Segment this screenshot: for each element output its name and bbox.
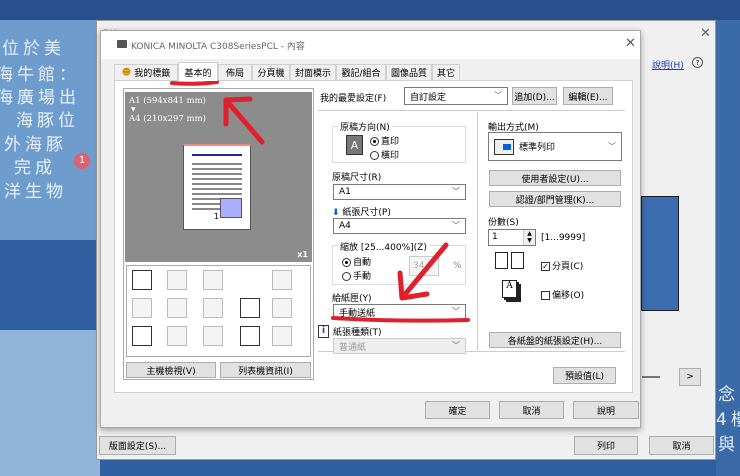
annotation-overlay bbox=[170, 80, 470, 323]
tab-basic[interactable]: 基本的 bbox=[178, 62, 218, 81]
annotation-underline-tray bbox=[331, 316, 470, 323]
annotation-arrow-tab bbox=[223, 96, 265, 145]
annotation-arrow-tray bbox=[397, 242, 449, 301]
annotation-underline-tab bbox=[170, 80, 219, 86]
